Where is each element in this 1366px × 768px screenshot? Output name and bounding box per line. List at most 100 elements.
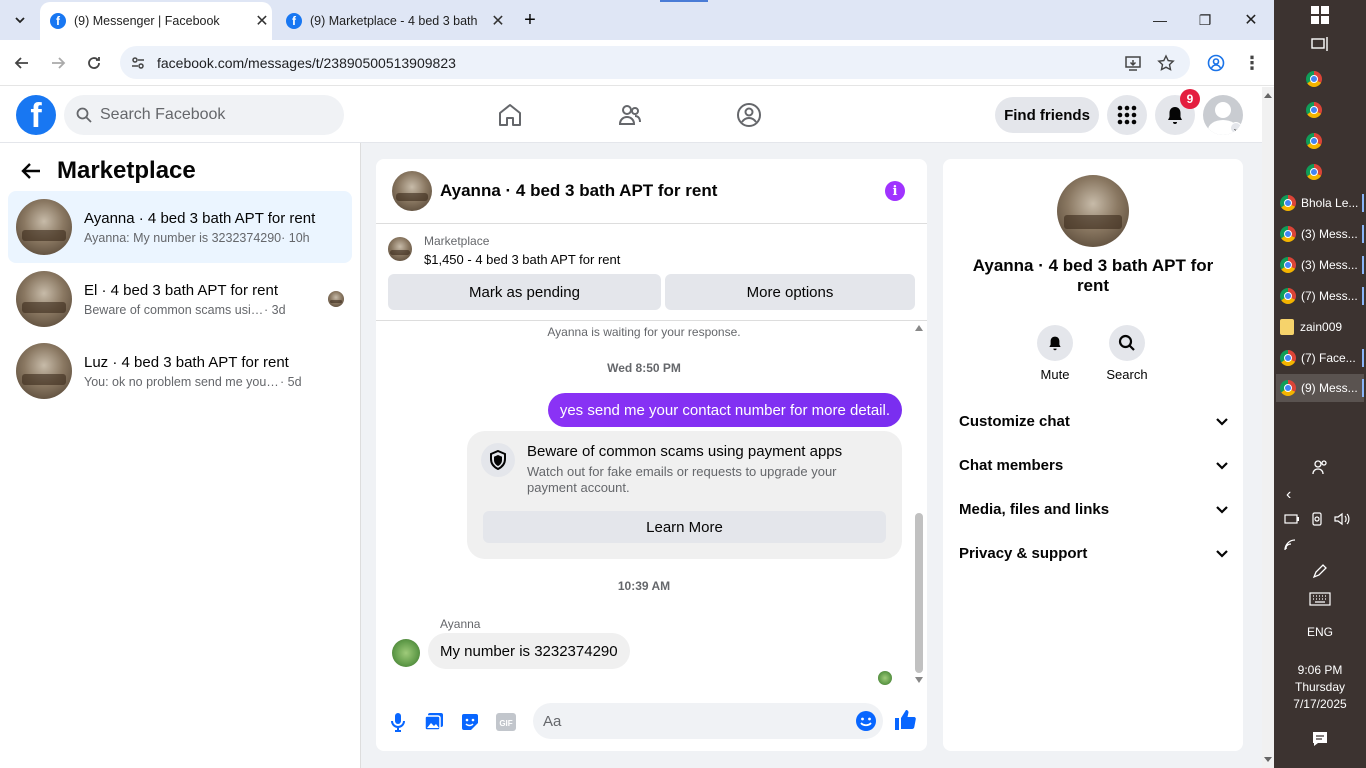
taskbar-chrome-window[interactable]: (7) Mess...: [1280, 283, 1364, 309]
taskbar-chrome-window[interactable]: (7) Face...: [1280, 345, 1364, 371]
taskbar-folder-window[interactable]: zain009: [1280, 314, 1364, 340]
taskbar-indicator: [1362, 194, 1364, 212]
clock-date: 7/17/2025: [1293, 697, 1347, 711]
facebook-logo[interactable]: f: [16, 95, 56, 135]
media-files-links-row[interactable]: Media, files and links: [959, 489, 1229, 529]
customize-chat-row[interactable]: Customize chat: [959, 401, 1229, 441]
message-input[interactable]: Aa: [533, 703, 883, 739]
arrow-left-icon: [14, 57, 28, 69]
task-view-icon[interactable]: [1311, 36, 1329, 57]
restore-button[interactable]: ❐: [1182, 0, 1228, 40]
site-info-icon[interactable]: [130, 55, 146, 71]
chrome-icon: [1280, 226, 1296, 242]
scroll-up-arrow-icon[interactable]: [915, 325, 923, 331]
sticker-icon[interactable]: [459, 711, 481, 733]
tab-messenger[interactable]: f (9) Messenger | Facebook ✕: [40, 2, 272, 40]
device-icon[interactable]: [1310, 512, 1324, 526]
search-conversation-button[interactable]: Search: [1092, 325, 1162, 382]
photo-icon[interactable]: [423, 711, 445, 733]
tab-strip: f (9) Messenger | Facebook ✕ f (9) Marke…: [0, 0, 1274, 40]
taskbar-chrome-window[interactable]: [1280, 128, 1364, 154]
minimize-button[interactable]: —: [1137, 0, 1183, 40]
back-button[interactable]: [7, 48, 37, 78]
privacy-support-row[interactable]: Privacy & support: [959, 533, 1229, 573]
chat-scrollbar[interactable]: [912, 321, 927, 691]
chrome-icon: [1280, 380, 1296, 396]
tab-marketplace[interactable]: f (9) Marketplace - 4 bed 3 bath ✕: [276, 2, 508, 40]
profile-button[interactable]: [1201, 48, 1231, 78]
listing-details[interactable]: $1,450 - 4 bed 3 bath APT for rent: [424, 252, 620, 267]
people-icon[interactable]: [1311, 458, 1329, 481]
more-options-button[interactable]: More options: [665, 274, 915, 310]
tab-search-button[interactable]: [6, 6, 34, 34]
conversation-info-pane: Ayanna · 4 bed 3 bath APT for rent Mute …: [943, 159, 1243, 751]
gif-icon[interactable]: GIF: [495, 711, 517, 733]
outgoing-message[interactable]: yes send me your contact number for more…: [547, 393, 902, 427]
sender-avatar[interactable]: [392, 639, 420, 667]
groups-nav[interactable]: [733, 99, 765, 131]
home-nav[interactable]: [494, 99, 526, 131]
facebook-favicon-icon: f: [50, 13, 66, 29]
mark-as-pending-button[interactable]: Mark as pending: [388, 274, 661, 310]
pen-icon[interactable]: [1311, 562, 1329, 585]
chevron-down-icon: [15, 17, 25, 24]
microphone-icon[interactable]: [387, 711, 409, 733]
reload-button[interactable]: [79, 48, 109, 78]
windows-start-icon[interactable]: [1311, 6, 1329, 29]
action-center-icon[interactable]: [1311, 730, 1329, 753]
close-tab-icon[interactable]: ✕: [252, 11, 272, 31]
emoji-icon[interactable]: [855, 710, 877, 732]
listing-thumbnail[interactable]: [388, 237, 412, 261]
account-avatar[interactable]: ⌄: [1203, 95, 1243, 135]
taskbar-chrome-window-active[interactable]: (9) Mess...: [1276, 374, 1364, 402]
scrollbar-thumb[interactable]: [915, 513, 923, 673]
bookmark-star-icon[interactable]: [1157, 54, 1175, 72]
taskbar-chrome-window[interactable]: (3) Mess...: [1280, 252, 1364, 278]
incoming-message[interactable]: My number is 3232374290: [428, 633, 630, 669]
input-language[interactable]: ENG: [1274, 625, 1366, 639]
new-tab-button[interactable]: +: [516, 6, 544, 34]
keyboard-icon[interactable]: [1309, 592, 1331, 611]
mute-button[interactable]: Mute: [1020, 325, 1090, 382]
chrome-icon: [1280, 350, 1296, 366]
taskbar-chrome-window[interactable]: [1280, 159, 1364, 185]
conversation-item[interactable]: El · 4 bed 3 bath APT for rent Beware of…: [8, 263, 352, 335]
svg-text:GIF: GIF: [499, 719, 512, 728]
find-friends-button[interactable]: Find friends: [995, 97, 1099, 133]
close-window-button[interactable]: ✕: [1228, 0, 1274, 40]
taskbar-chrome-window[interactable]: [1280, 66, 1364, 92]
conversation-avatar: [16, 199, 72, 255]
learn-more-button[interactable]: Learn More: [483, 511, 886, 543]
close-tab-icon[interactable]: ✕: [488, 11, 508, 31]
forward-button[interactable]: [43, 48, 73, 78]
battery-icon[interactable]: [1284, 512, 1300, 526]
scroll-up-arrow-icon[interactable]: [1264, 93, 1272, 98]
back-arrow-icon[interactable]: [20, 160, 42, 182]
taskbar-chrome-window[interactable]: (3) Mess...: [1280, 221, 1364, 247]
taskbar-chrome-window[interactable]: [1280, 97, 1364, 123]
conversation-item[interactable]: Luz · 4 bed 3 bath APT for rent You: ok …: [8, 335, 352, 407]
omnibox[interactable]: facebook.com/messages/t/2389050051390982…: [120, 46, 1190, 79]
scroll-down-arrow-icon[interactable]: [1264, 757, 1272, 762]
install-app-icon[interactable]: [1124, 54, 1142, 72]
chat-avatar[interactable]: [392, 171, 432, 211]
info-icon[interactable]: i: [885, 181, 905, 201]
conversation-item[interactable]: Ayanna · 4 bed 3 bath APT for rent Ayann…: [8, 191, 352, 263]
search-icon: [76, 107, 92, 123]
show-hidden-icons-chevron-icon[interactable]: ‹: [1286, 486, 1291, 504]
thumbs-up-icon[interactable]: [893, 708, 917, 732]
chat-members-row[interactable]: Chat members: [959, 445, 1229, 485]
message-composer: GIF Aa: [376, 691, 927, 751]
facebook-search-input[interactable]: Search Facebook: [64, 95, 344, 135]
wifi-icon[interactable]: [1284, 538, 1300, 557]
browser-menu-button[interactable]: ⋮: [1237, 48, 1267, 78]
friends-nav[interactable]: [614, 99, 646, 131]
page-scrollbar[interactable]: [1262, 87, 1274, 768]
taskbar-chrome-window[interactable]: Bhola Le...: [1280, 190, 1364, 216]
menu-button[interactable]: [1107, 95, 1147, 135]
chat-title[interactable]: Ayanna · 4 bed 3 bath APT for rent: [440, 181, 717, 201]
message-thread: Ayanna is waiting for your response. Wed…: [376, 321, 927, 691]
volume-icon[interactable]: [1334, 512, 1350, 526]
clock-time[interactable]: 9:06 PM: [1274, 663, 1366, 677]
scroll-down-arrow-icon[interactable]: [915, 677, 923, 683]
